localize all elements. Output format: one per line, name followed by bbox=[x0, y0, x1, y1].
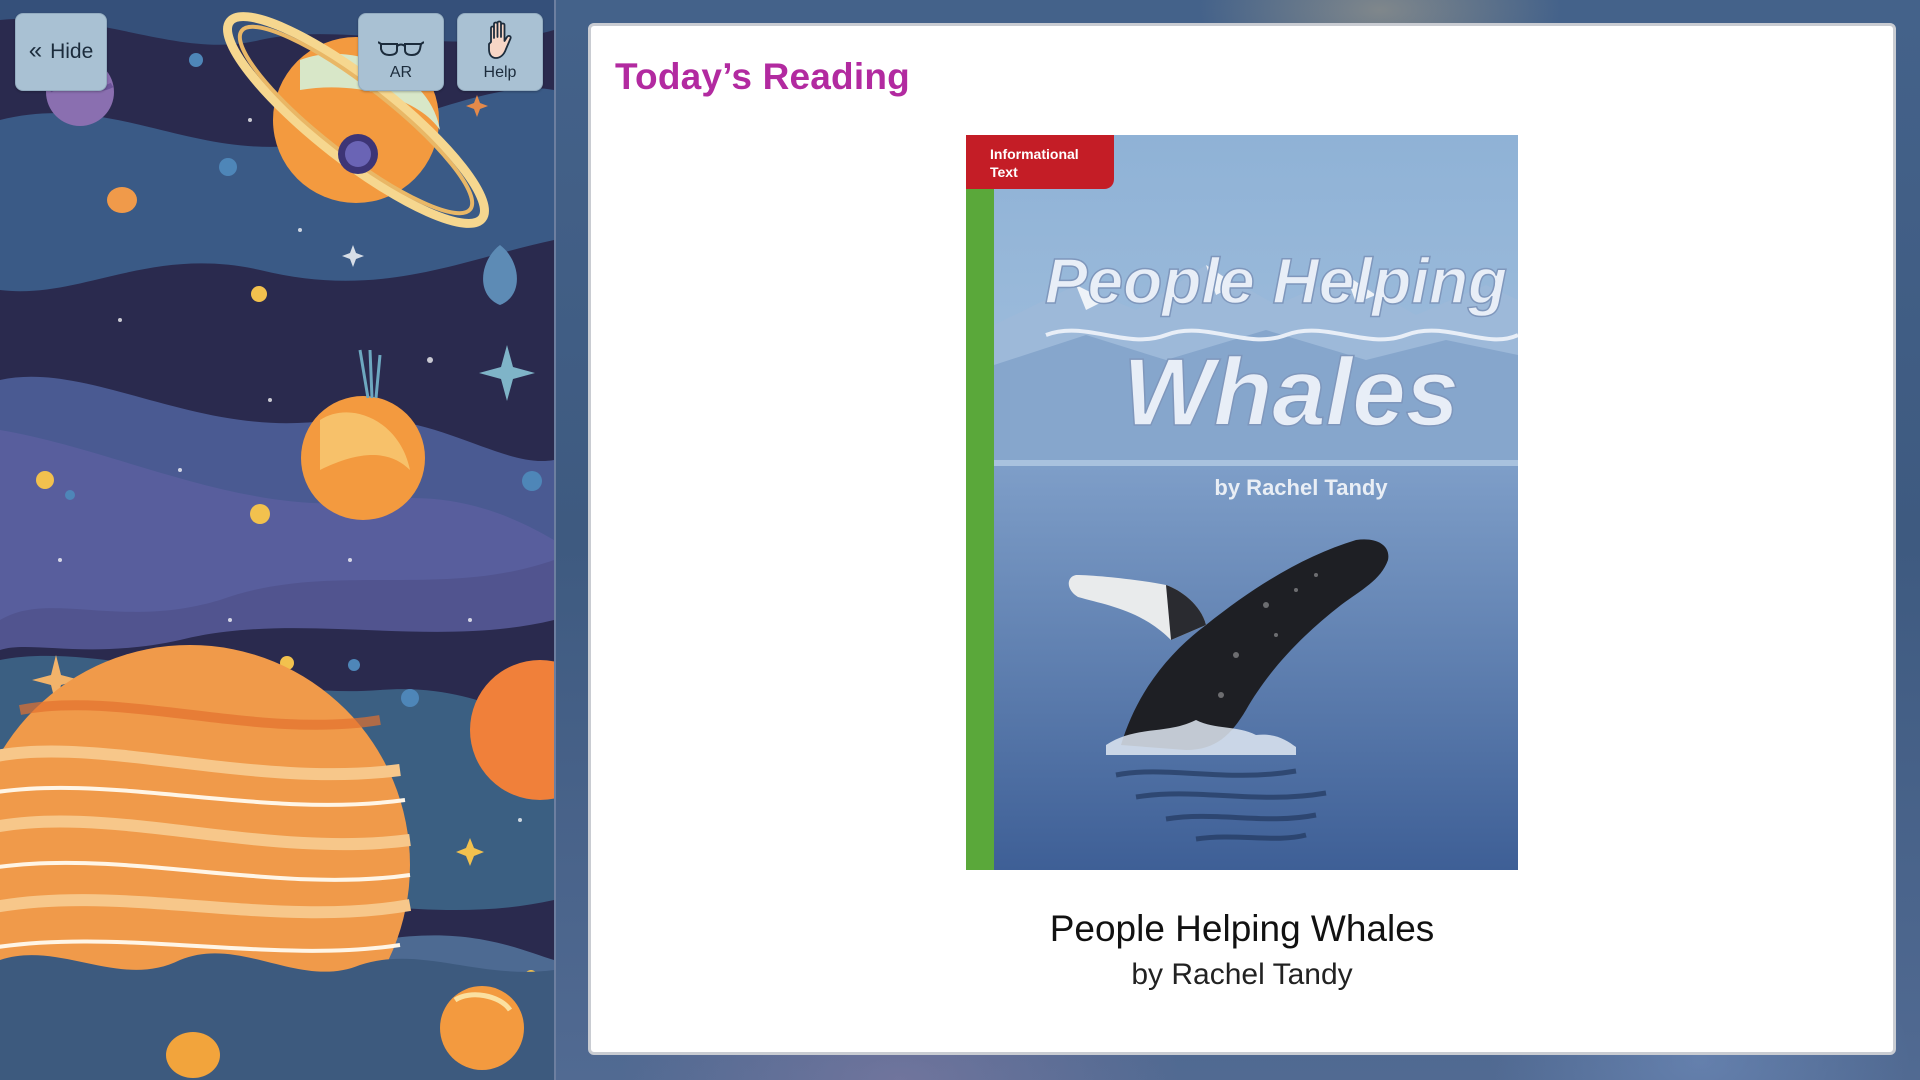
book-cover-illustration: Informational Text People Helping Whales… bbox=[966, 135, 1518, 870]
double-chevron-left-icon: « bbox=[28, 37, 43, 64]
help-button-label: Help bbox=[483, 64, 517, 81]
ar-button[interactable]: AR bbox=[358, 13, 444, 91]
cover-badge-line2: Text bbox=[990, 164, 1018, 180]
book-cover-image[interactable]: Informational Text People Helping Whales… bbox=[966, 135, 1518, 870]
space-illustration bbox=[0, 0, 554, 1080]
help-button[interactable]: Help bbox=[457, 13, 543, 91]
book-title: People Helping Whales bbox=[1049, 908, 1435, 949]
raised-hand-icon bbox=[488, 20, 512, 59]
cover-byline: by Rachel Tandy bbox=[1214, 475, 1388, 500]
todays-reading-card: Today’s Reading Informational Text Peopl… bbox=[588, 23, 1896, 1055]
glasses-icon bbox=[378, 41, 424, 57]
cover-title-line2: Whales bbox=[1123, 339, 1459, 446]
hide-button-label: Hide bbox=[50, 40, 94, 63]
ar-button-label: AR bbox=[389, 64, 413, 81]
book-author: by Rachel Tandy bbox=[1131, 958, 1353, 991]
space-illustration-panel bbox=[0, 0, 556, 1080]
cover-badge-line1: Informational bbox=[990, 146, 1079, 162]
cover-title-line1: People Helping bbox=[1045, 245, 1507, 317]
page-title: Today’s Reading bbox=[615, 56, 910, 97]
hide-button[interactable]: « Hide bbox=[15, 13, 107, 91]
